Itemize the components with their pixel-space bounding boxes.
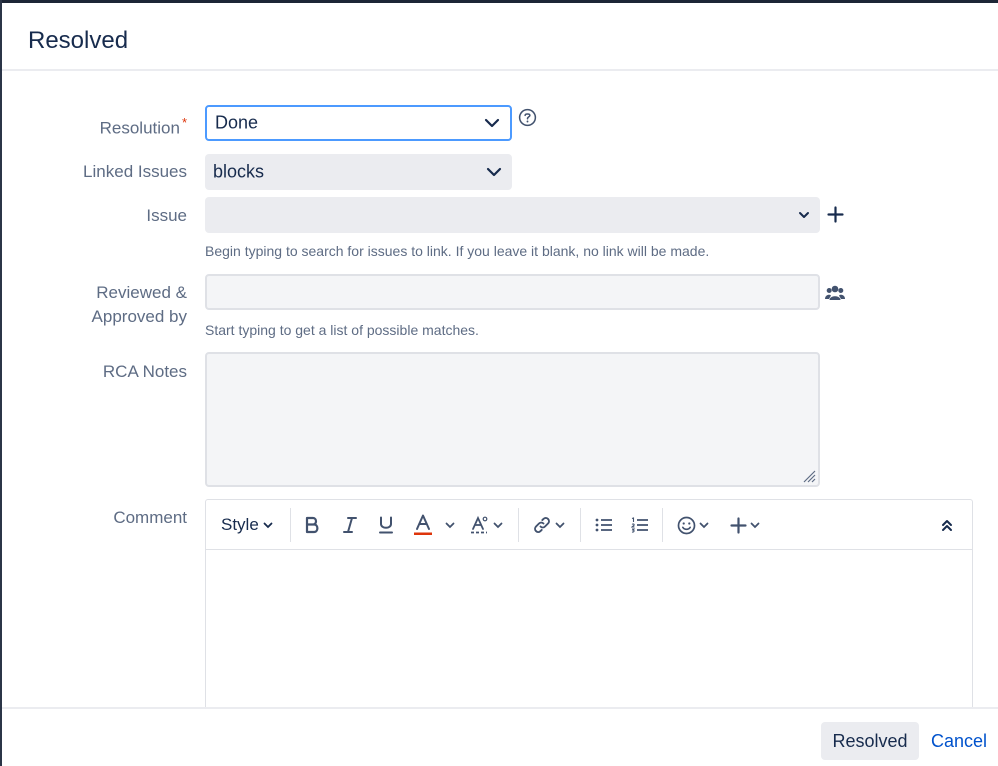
chevron-down-icon [263, 522, 273, 528]
rca-notes-textarea[interactable] [205, 352, 820, 487]
resolution-label: Resolution * [99, 115, 187, 138]
clear-formatting-icon [471, 515, 488, 534]
chevron-down-icon [484, 118, 500, 128]
comment-label: Comment [113, 508, 187, 527]
link-icon [534, 516, 550, 534]
insert-more-button[interactable] [730, 514, 760, 536]
chevron-down-icon [445, 522, 455, 528]
emoji-icon [677, 516, 696, 534]
text-color-icon [414, 514, 432, 535]
issue-select[interactable] [205, 197, 820, 233]
editor-toolbar: Style [206, 500, 972, 550]
chevron-down-icon [486, 167, 502, 177]
bullet-list-icon [595, 518, 612, 532]
add-issue-icon[interactable] [827, 206, 844, 223]
collapse-toolbar-button[interactable] [941, 514, 953, 536]
dialog-header: Resolved [2, 3, 998, 71]
issue-hint: Begin typing to search for issues to lin… [205, 243, 710, 259]
emoji-button[interactable] [677, 514, 709, 536]
cancel-link[interactable]: Cancel [931, 731, 987, 752]
numbered-list-button[interactable] [631, 514, 649, 536]
numbered-list-icon [631, 517, 648, 533]
bold-icon [305, 516, 319, 534]
italic-button[interactable] [342, 514, 358, 536]
comment-content-area[interactable] [206, 550, 972, 718]
toolbar-separator [662, 508, 663, 542]
resize-handle-icon[interactable] [802, 469, 816, 483]
italic-icon [343, 517, 357, 533]
underline-icon [379, 516, 393, 534]
style-dropdown[interactable]: Style [221, 514, 273, 536]
window-left-edge [0, 0, 2, 766]
chevron-down-icon [699, 522, 709, 528]
required-marker: * [181, 115, 187, 130]
text-color-dropdown[interactable] [445, 514, 455, 536]
more-formatting-button[interactable] [470, 514, 503, 536]
bullet-list-button[interactable] [595, 514, 613, 536]
rca-notes-label: RCA Notes [102, 362, 187, 381]
linked-issues-select[interactable]: blocks [205, 154, 512, 190]
reviewed-approved-input[interactable] [205, 274, 820, 310]
chevron-double-up-icon [942, 520, 952, 531]
chevron-down-icon [555, 522, 565, 528]
dialog-title: Resolved [28, 27, 129, 54]
chevron-down-icon [493, 522, 503, 528]
style-label: Style [221, 515, 259, 534]
toolbar-separator [518, 508, 519, 542]
resolution-select[interactable]: Done [205, 105, 512, 141]
linked-issues-label: Linked Issues [83, 162, 187, 181]
chevron-down-icon [799, 212, 809, 218]
toolbar-separator [290, 508, 291, 542]
resolution-value: Done [215, 112, 259, 133]
users-icon[interactable] [825, 284, 845, 301]
dialog-footer: Resolved Cancel [2, 707, 998, 766]
underline-button[interactable] [378, 514, 394, 536]
link-button[interactable] [532, 514, 565, 536]
toolbar-separator [580, 508, 581, 542]
text-color-button[interactable] [414, 514, 432, 536]
bold-button[interactable] [304, 514, 320, 536]
comment-editor[interactable]: Style [205, 499, 973, 719]
resolved-submit-button[interactable]: Resolved [821, 722, 919, 760]
issue-label: Issue [146, 206, 187, 225]
reviewed-label: Reviewed & Approved by [91, 283, 187, 326]
plus-icon [730, 516, 747, 534]
help-icon[interactable] [518, 108, 537, 127]
reviewed-hint: Start typing to get a list of possible m… [205, 322, 479, 338]
chevron-down-icon [750, 522, 760, 528]
linked-issues-value: blocks [213, 161, 265, 182]
